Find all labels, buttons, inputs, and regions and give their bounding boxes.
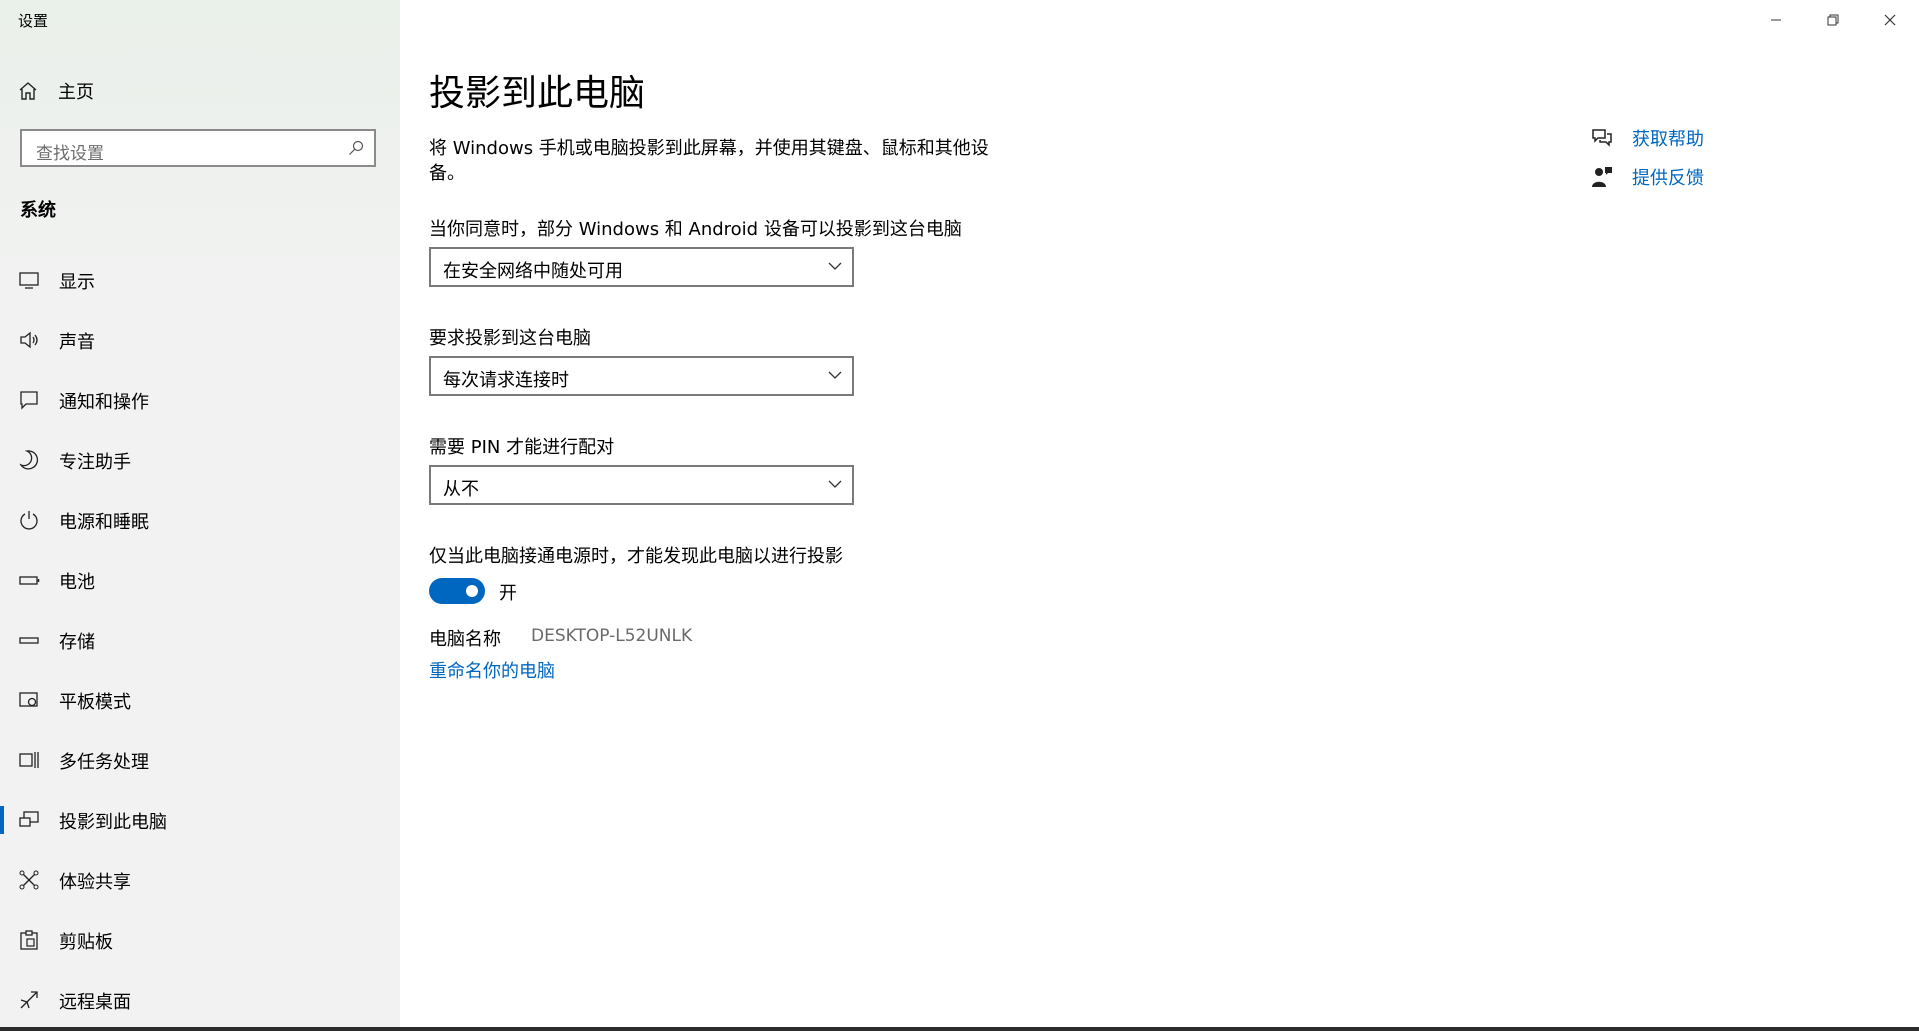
- home-label: 主页: [58, 82, 94, 103]
- close-icon: [1884, 14, 1896, 26]
- restore-icon: [1827, 14, 1839, 26]
- sidebar-item-remote-desktop[interactable]: 远程桌面: [0, 976, 400, 1024]
- chevron-down-icon: [828, 262, 842, 270]
- pc-name-value: DESKTOP-L52UNLK: [531, 626, 693, 646]
- storage-icon: [19, 637, 39, 644]
- sidebar-item-label: 显示: [59, 272, 95, 293]
- sidebar-item-tablet-mode[interactable]: 平板模式: [0, 676, 400, 724]
- get-help-label: 获取帮助: [1632, 129, 1704, 150]
- sidebar-item-label: 多任务处理: [59, 752, 149, 773]
- ask-to-project-value: 每次请求连接时: [443, 370, 569, 391]
- sidebar-item-project-to-this-pc[interactable]: 投影到此电脑: [0, 796, 400, 844]
- speaker-icon: [20, 331, 38, 349]
- sidebar-item-shared-experiences[interactable]: 体验共享: [0, 856, 400, 904]
- sidebar: 设置 主页 查找设置 系统 显示 声音 通知和操作 专注助手 电源和睡眠 电池: [0, 0, 400, 1031]
- sidebar-item-label: 投影到此电脑: [59, 812, 167, 833]
- page-description: 将 Windows 手机或电脑投影到此屏幕，并使用其键盘、鼠标和其他设备。: [429, 138, 989, 184]
- notification-icon: [20, 391, 38, 410]
- chevron-down-icon: [828, 371, 842, 379]
- sidebar-item-power-sleep[interactable]: 电源和睡眠: [0, 496, 400, 544]
- require-pin-value: 从不: [443, 479, 479, 500]
- sidebar-item-label: 声音: [59, 332, 95, 353]
- selected-indicator: [0, 806, 4, 834]
- pc-name-label: 电脑名称: [429, 629, 501, 650]
- monitor-icon: [19, 272, 39, 289]
- feedback-icon: [1592, 167, 1612, 187]
- sidebar-item-label: 远程桌面: [59, 992, 131, 1013]
- get-help-link[interactable]: 获取帮助: [1590, 125, 1704, 151]
- sidebar-item-label: 专注助手: [59, 452, 131, 473]
- sidebar-item-label: 通知和操作: [59, 392, 149, 413]
- sidebar-item-multitasking[interactable]: 多任务处理: [0, 736, 400, 784]
- restore-button[interactable]: [1810, 8, 1856, 32]
- clipboard-icon: [20, 930, 38, 950]
- project-icon: [19, 811, 39, 827]
- app-title: 设置: [18, 12, 49, 30]
- sidebar-item-label: 体验共享: [59, 872, 131, 893]
- search-input[interactable]: 查找设置: [20, 129, 376, 167]
- sidebar-item-battery[interactable]: 电池: [0, 556, 400, 604]
- minimize-icon: [1771, 19, 1781, 21]
- sidebar-item-clipboard[interactable]: 剪贴板: [0, 916, 400, 964]
- sidebar-item-label: 电源和睡眠: [59, 512, 149, 533]
- home-nav-item[interactable]: 主页: [18, 76, 94, 106]
- ask-to-project-dropdown[interactable]: 每次请求连接时: [429, 356, 854, 396]
- page-title: 投影到此电脑: [429, 73, 646, 114]
- multitasking-icon: [19, 752, 39, 768]
- main-content: 投影到此电脑 将 Windows 手机或电脑投影到此屏幕，并使用其键盘、鼠标和其…: [400, 0, 1919, 1031]
- moon-icon: [19, 450, 38, 470]
- require-pin-dropdown[interactable]: 从不: [429, 465, 854, 505]
- power-discovery-label: 仅当此电脑接通电源时，才能发现此电脑以进行投影: [429, 546, 843, 567]
- search-placeholder: 查找设置: [36, 144, 104, 164]
- sidebar-item-storage[interactable]: 存储: [0, 616, 400, 664]
- power-icon: [20, 511, 38, 530]
- toggle-knob: [466, 585, 478, 597]
- battery-icon: [19, 576, 40, 585]
- section-title: 系统: [20, 200, 56, 221]
- chevron-down-icon: [828, 480, 842, 488]
- availability-dropdown[interactable]: 在安全网络中随处可用: [429, 247, 854, 287]
- search-icon[interactable]: [348, 140, 364, 156]
- require-pin-label: 需要 PIN 才能进行配对: [429, 437, 615, 458]
- rename-pc-link[interactable]: 重命名你的电脑: [429, 657, 555, 683]
- sidebar-item-label: 电池: [59, 572, 95, 593]
- sidebar-item-label: 存储: [59, 632, 95, 653]
- power-discovery-toggle[interactable]: [429, 578, 485, 604]
- close-button[interactable]: [1867, 8, 1913, 32]
- sidebar-item-label: 剪贴板: [59, 932, 113, 953]
- sidebar-item-notifications[interactable]: 通知和操作: [0, 376, 400, 424]
- remote-desktop-icon: [20, 991, 38, 1009]
- help-chat-icon: [1592, 129, 1612, 147]
- ask-to-project-label: 要求投影到这台电脑: [429, 328, 591, 349]
- sidebar-item-focus-assist[interactable]: 专注助手: [0, 436, 400, 484]
- availability-label: 当你同意时，部分 Windows 和 Android 设备可以投影到这台电脑: [429, 219, 962, 240]
- minimize-button[interactable]: [1753, 8, 1799, 32]
- tablet-mode-icon: [19, 692, 38, 707]
- home-icon: [19, 82, 37, 100]
- availability-value: 在安全网络中随处可用: [443, 261, 623, 282]
- sidebar-item-sound[interactable]: 声音: [0, 316, 400, 364]
- bottom-edge: [0, 1027, 1919, 1031]
- shared-experiences-icon: [19, 870, 39, 890]
- sidebar-item-display[interactable]: 显示: [0, 256, 400, 304]
- toggle-state-text: 开: [499, 583, 517, 604]
- give-feedback-link[interactable]: 提供反馈: [1590, 164, 1704, 190]
- give-feedback-label: 提供反馈: [1632, 168, 1704, 189]
- sidebar-item-label: 平板模式: [59, 692, 131, 713]
